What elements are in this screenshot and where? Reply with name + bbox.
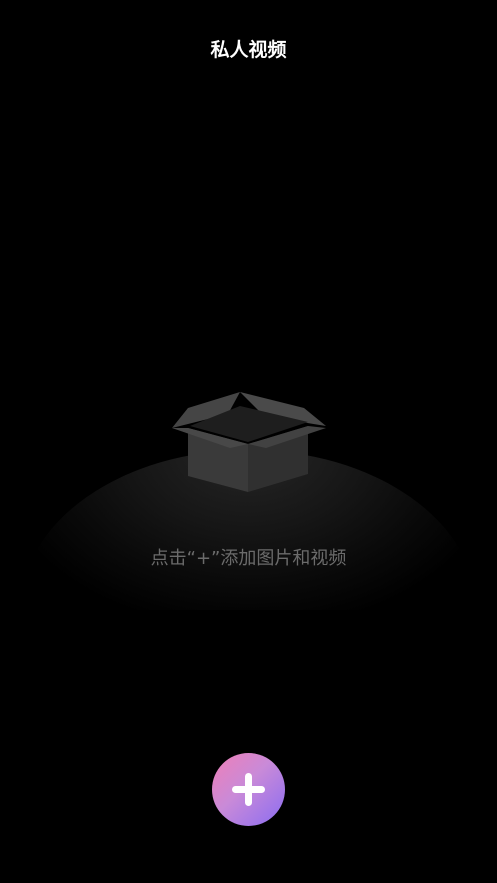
empty-hint-text: 点击“+”添加图片和视频 (150, 548, 347, 569)
header-bar: 私人视频 (0, 0, 497, 100)
page-title: 私人视频 (210, 39, 287, 61)
add-media-button[interactable] (212, 753, 285, 826)
open-box-icon (168, 388, 330, 496)
plus-icon (232, 773, 265, 806)
